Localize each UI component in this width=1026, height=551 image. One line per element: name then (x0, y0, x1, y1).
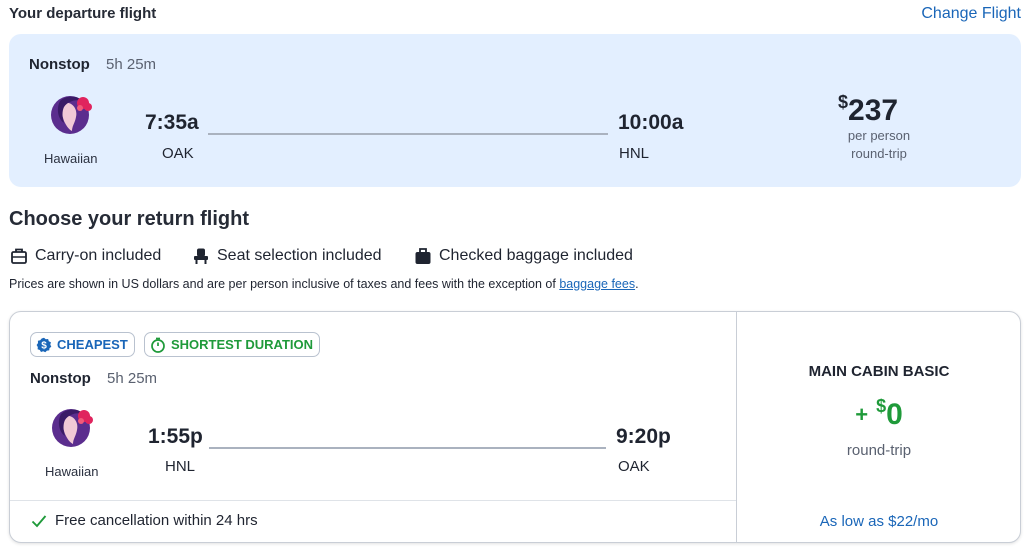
return-flight-line (209, 447, 606, 449)
departure-stops: Nonstop (29, 56, 90, 73)
addon-amount: 0 (886, 398, 903, 431)
return-depart-time: 1:55p (148, 425, 203, 448)
return-origin-code: HNL (165, 458, 196, 475)
departure-depart-time: 7:35a (145, 111, 199, 134)
change-flight-link[interactable]: Change Flight (921, 5, 1021, 23)
seat-icon (194, 248, 208, 264)
return-stops: Nonstop (30, 370, 91, 387)
departure-flight-line (208, 133, 608, 135)
departure-airline-name: Hawaiian (44, 151, 98, 166)
return-arrive-time: 9:20p (616, 425, 671, 448)
return-destination-code: OAK (618, 458, 650, 475)
dollar-icon: $ (36, 337, 52, 352)
fare-addon-type: round-trip (846, 442, 912, 459)
departure-price: $237 (838, 92, 898, 128)
feature-checked-baggage: Checked baggage included (414, 246, 633, 266)
stopwatch-icon (151, 337, 165, 353)
feature-carry-on-label: Carry-on included (35, 247, 162, 264)
return-section-title: Choose your return flight (9, 208, 249, 230)
departure-destination-code: HNL (619, 145, 650, 162)
departure-duration: 5h 25m (106, 56, 157, 73)
disclaimer-text: Prices are shown in US dollars and are p… (9, 277, 560, 291)
departure-price-amount: 237 (848, 94, 899, 127)
departure-price-currency: $ (838, 92, 849, 112)
shortest-duration-badge: SHORTEST DURATION (144, 332, 321, 357)
baggage-fees-link[interactable]: baggage fees (559, 277, 635, 291)
hawaiian-airlines-logo (50, 93, 94, 141)
feature-checked-baggage-label: Checked baggage included (439, 247, 633, 264)
shortest-duration-badge-label: SHORTEST DURATION (171, 337, 314, 352)
feature-seat-selection-label: Seat selection included (217, 247, 382, 264)
fare-addon-price: + $0 (737, 396, 1021, 432)
addon-currency: $ (876, 396, 887, 416)
departure-origin-code: OAK (162, 145, 194, 162)
cheapest-badge: $ CHEAPEST (30, 332, 135, 357)
checked-bag-icon (415, 248, 431, 264)
cheapest-badge-label: CHEAPEST (57, 337, 128, 352)
financing-link[interactable]: As low as $22/mo (737, 513, 1021, 530)
fare-cabin-name: MAIN CABIN BASIC (808, 363, 950, 380)
departure-price-per: per person (847, 128, 911, 143)
carry-on-bag-icon (11, 248, 27, 264)
price-disclaimer: Prices are shown in US dollars and are p… (9, 277, 639, 291)
return-airline-name: Hawaiian (45, 464, 99, 479)
hawaiian-airlines-logo (51, 406, 95, 454)
feature-carry-on: Carry-on included (10, 246, 161, 266)
return-duration: 5h 25m (107, 370, 158, 387)
svg-text:$: $ (41, 340, 47, 351)
free-cancellation-label: Free cancellation within 24 hrs (55, 512, 258, 529)
disclaimer-end: . (635, 277, 639, 291)
free-cancellation: Free cancellation within 24 hrs (31, 512, 258, 529)
departure-section-title: Your departure flight (9, 5, 157, 22)
departure-price-type: round-trip (851, 146, 907, 161)
feature-seat-selection: Seat selection included (192, 246, 382, 266)
checkmark-icon (31, 514, 47, 527)
addon-plus: + (855, 402, 869, 427)
card-horizontal-divider (10, 500, 736, 501)
departure-arrive-time: 10:00a (618, 111, 684, 134)
